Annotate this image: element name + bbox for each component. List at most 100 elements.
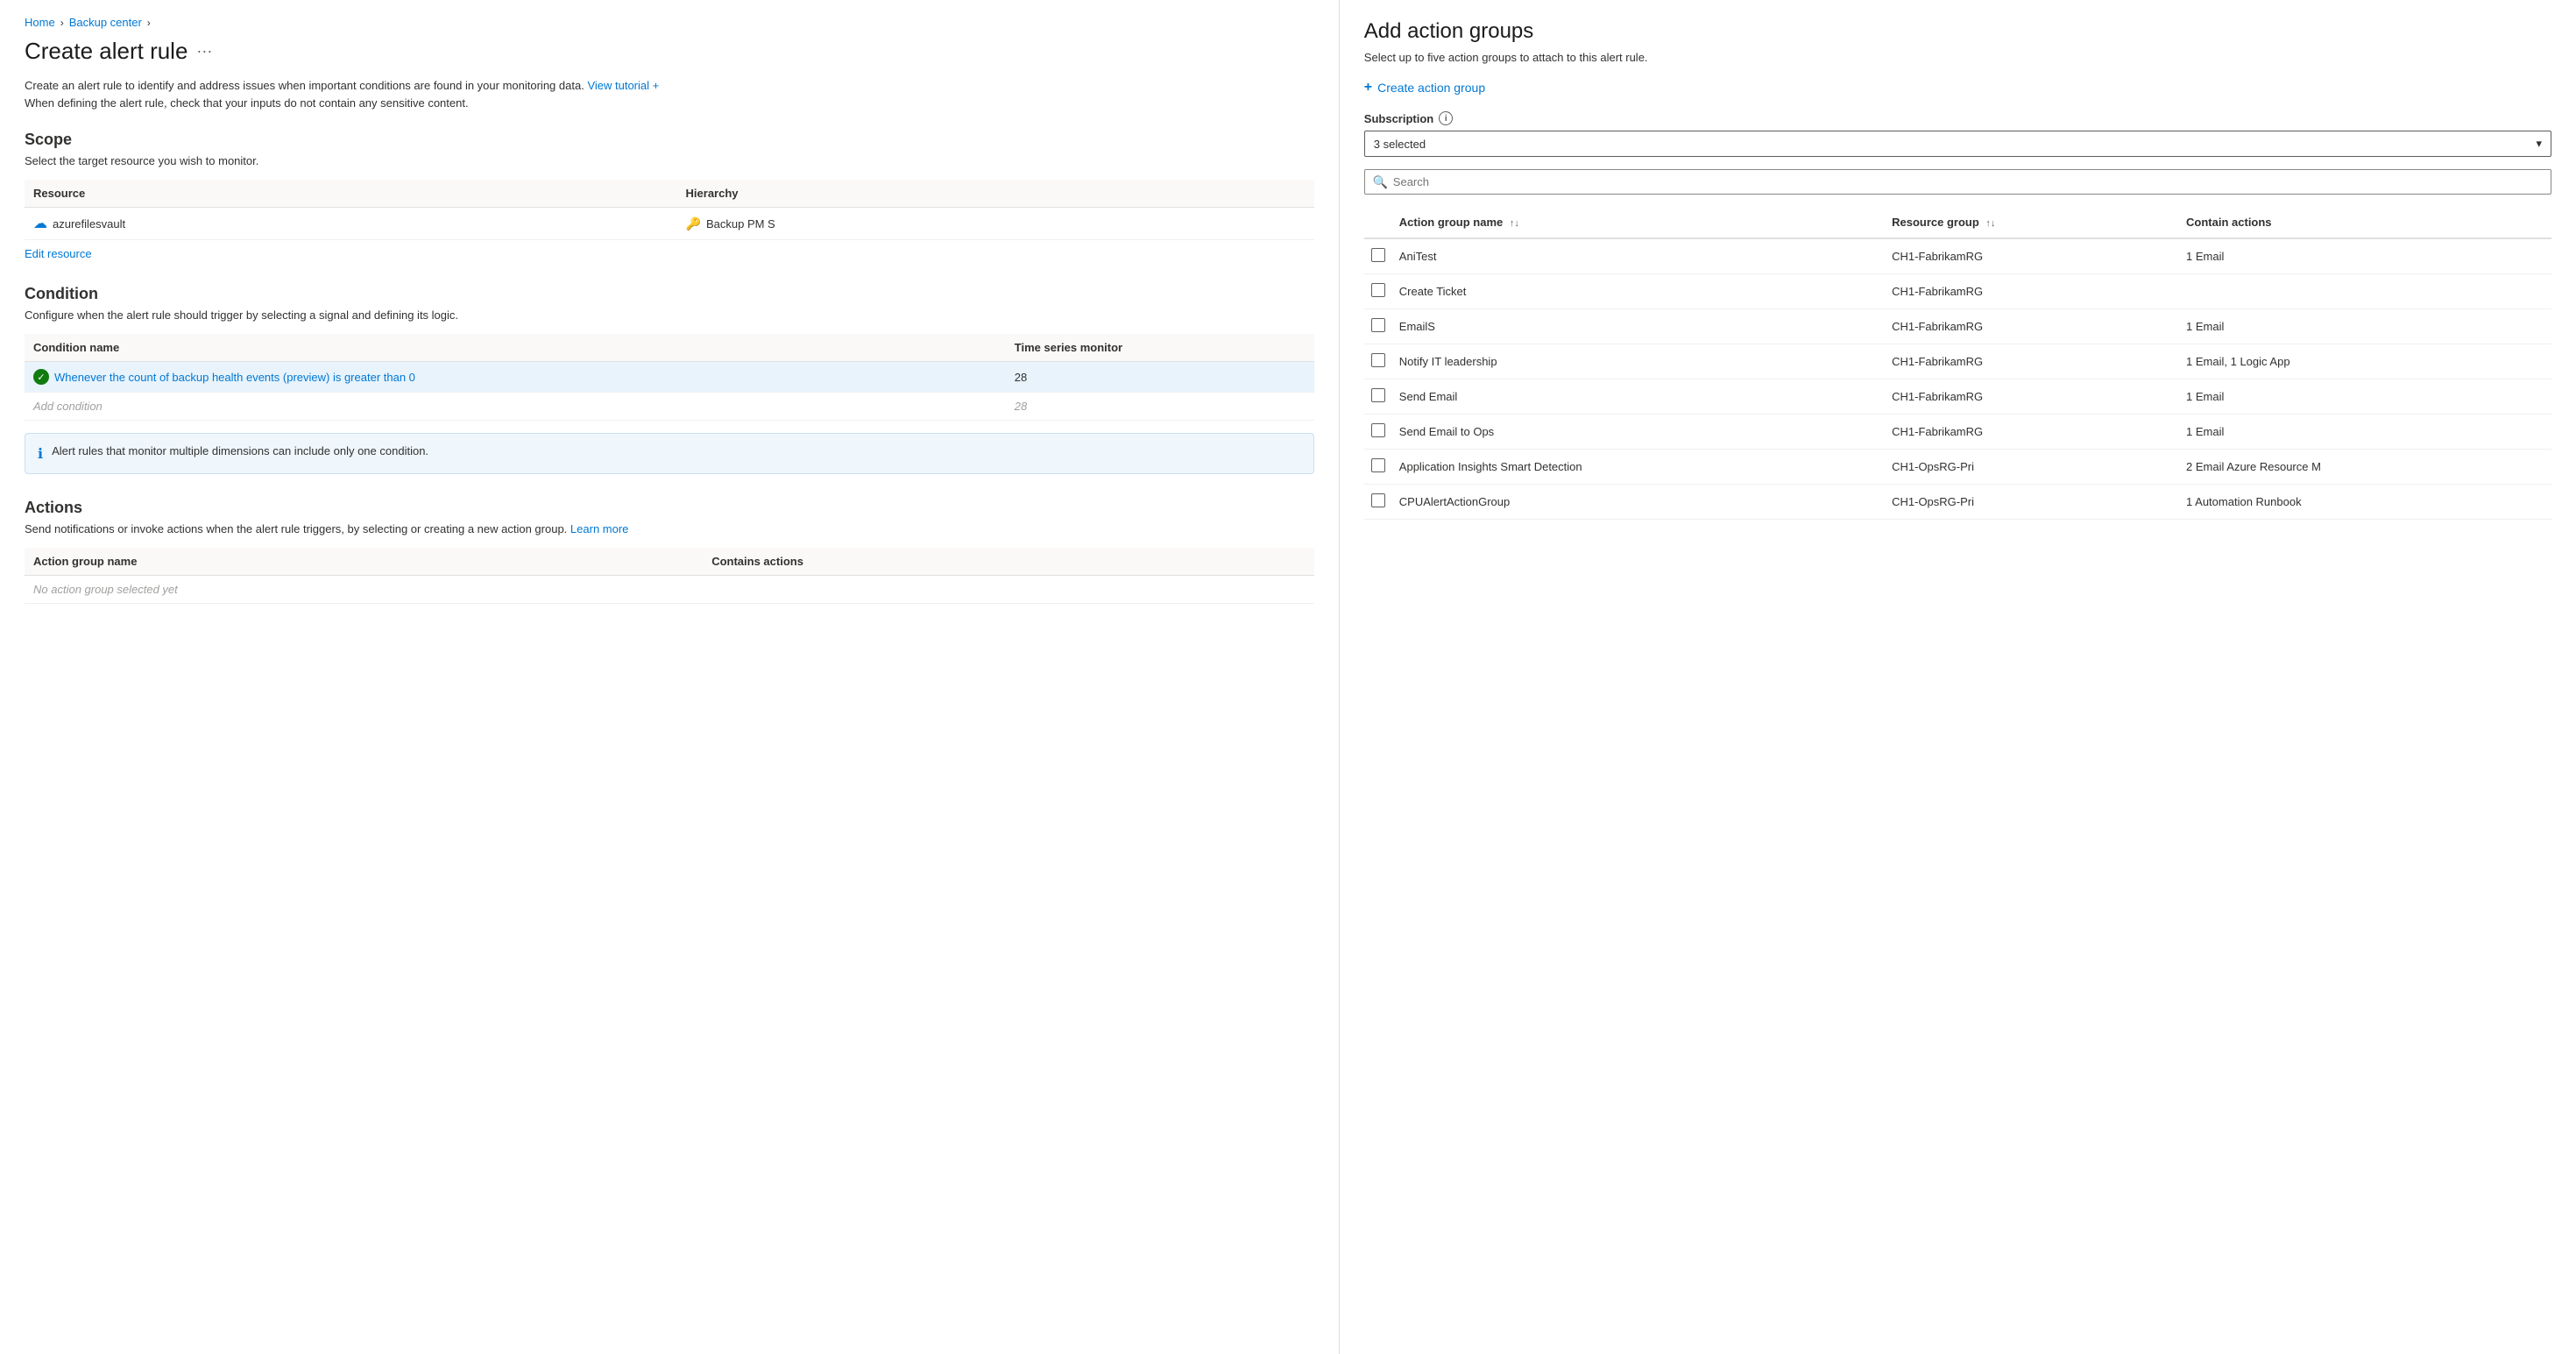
ag-col-contain-actions: Contain actions	[2179, 207, 2551, 238]
action-group-row[interactable]: EmailS CH1-FabrikamRG 1 Email	[1364, 309, 2551, 344]
breadcrumb-home[interactable]: Home	[25, 16, 55, 29]
ag-col-checkbox	[1364, 207, 1392, 238]
view-tutorial-link[interactable]: View tutorial +	[587, 79, 659, 92]
search-input[interactable]	[1364, 169, 2551, 195]
ag-col-rg-label: Resource group	[1892, 216, 1979, 229]
ag-row-ca-cell-2: 1 Email	[2179, 309, 2551, 344]
scope-col-resource: Resource	[25, 180, 677, 208]
ag-row-ca-cell-0: 1 Email	[2179, 238, 2551, 274]
ag-col-resource-group[interactable]: Resource group ↑↓	[1885, 207, 2179, 238]
ag-row-name-cell-0: AniTest	[1392, 238, 1885, 274]
ag-row-name-cell-4: Send Email	[1392, 379, 1885, 415]
action-group-row[interactable]: Send Email CH1-FabrikamRG 1 Email	[1364, 379, 2551, 415]
hierarchy-icon-container: 🔑 Backup PM S	[686, 216, 775, 231]
scope-subtitle: Select the target resource you wish to m…	[25, 154, 1314, 167]
no-action-row: No action group selected yet	[25, 576, 1314, 604]
ag-row-rg-cell-2: CH1-FabrikamRG	[1885, 309, 2179, 344]
action-group-row[interactable]: AniTest CH1-FabrikamRG 1 Email	[1364, 238, 2551, 274]
resource-icon-container: ☁ azurefilesvault	[33, 215, 125, 232]
action-group-row[interactable]: Create Ticket CH1-FabrikamRG	[1364, 274, 2551, 309]
ag-row-checkbox-cell[interactable]	[1364, 450, 1392, 485]
ag-row-ca-cell-6: 2 Email Azure Resource M	[2179, 450, 2551, 485]
scope-table: Resource Hierarchy ☁ azurefilesvault	[25, 180, 1314, 240]
panel-subtitle: Select up to five action groups to attac…	[1364, 51, 2551, 64]
ag-col-name-label: Action group name	[1399, 216, 1503, 229]
add-condition-row[interactable]: Add condition 28	[25, 393, 1314, 421]
condition-text: ✓ Whenever the count of backup health ev…	[33, 369, 997, 385]
ag-checkbox-3[interactable]	[1371, 353, 1385, 367]
ag-row-rg-cell-3: CH1-FabrikamRG	[1885, 344, 2179, 379]
action-groups-table: Action group name ↑↓ Resource group ↑↓ C…	[1364, 207, 2551, 520]
actions-desc-main: Send notifications or invoke actions whe…	[25, 522, 567, 535]
subscription-select[interactable]: 3 selected ▾	[1364, 131, 2551, 157]
breadcrumb-backup-center[interactable]: Backup center	[69, 16, 142, 29]
ag-checkbox-7[interactable]	[1371, 493, 1385, 507]
ag-row-name-cell-7: CPUAlertActionGroup	[1392, 485, 1885, 520]
ag-checkbox-6[interactable]	[1371, 458, 1385, 472]
ag-name-sort-icon[interactable]: ↑↓	[1510, 218, 1519, 229]
scope-resource-cell: ☁ azurefilesvault	[25, 208, 677, 240]
scope-col-hierarchy: Hierarchy	[677, 180, 1314, 208]
condition-title: Condition	[25, 285, 1314, 303]
no-action-text: No action group selected yet	[33, 583, 178, 596]
info-circle-icon: ℹ	[38, 445, 43, 463]
ag-row-checkbox-cell[interactable]	[1364, 379, 1392, 415]
ag-rg-sort-icon[interactable]: ↑↓	[1985, 218, 1995, 229]
page-title-ellipsis[interactable]: ···	[196, 42, 212, 60]
actions-col-contains: Contains actions	[703, 548, 1314, 576]
page-title: Create alert rule	[25, 38, 188, 65]
plus-icon: +	[1364, 80, 1372, 96]
condition-value-cell: 28	[1006, 362, 1314, 393]
ag-row-name-cell-5: Send Email to Ops	[1392, 415, 1885, 450]
action-group-row[interactable]: Application Insights Smart Detection CH1…	[1364, 450, 2551, 485]
ag-checkbox-1[interactable]	[1371, 283, 1385, 297]
ag-row-checkbox-cell[interactable]	[1364, 238, 1392, 274]
ag-checkbox-2[interactable]	[1371, 318, 1385, 332]
left-panel: Home › Backup center › Create alert rule…	[0, 0, 1340, 1354]
ag-row-name-cell-6: Application Insights Smart Detection	[1392, 450, 1885, 485]
key-icon: 🔑	[686, 216, 701, 231]
learn-more-link[interactable]: Learn more	[570, 522, 628, 535]
ag-row-rg-cell-4: CH1-FabrikamRG	[1885, 379, 2179, 415]
action-group-row[interactable]: CPUAlertActionGroup CH1-OpsRG-Pri 1 Auto…	[1364, 485, 2551, 520]
edit-resource-link[interactable]: Edit resource	[25, 247, 92, 260]
right-panel: Add action groups Select up to five acti…	[1340, 0, 2576, 1354]
breadcrumb: Home › Backup center ›	[25, 16, 1314, 29]
scope-resource-row: ☁ azurefilesvault 🔑 Backup PM S	[25, 208, 1314, 240]
action-group-row[interactable]: Notify IT leadership CH1-FabrikamRG 1 Em…	[1364, 344, 2551, 379]
ag-row-checkbox-cell[interactable]	[1364, 415, 1392, 450]
breadcrumb-sep1: ›	[60, 17, 64, 29]
ag-row-name-cell-2: EmailS	[1392, 309, 1885, 344]
scope-section: Scope Select the target resource you wis…	[25, 131, 1314, 260]
ag-row-rg-cell-1: CH1-FabrikamRG	[1885, 274, 2179, 309]
condition-info-box: ℹ Alert rules that monitor multiple dime…	[25, 433, 1314, 474]
subscription-label-text: Subscription	[1364, 112, 1433, 125]
breadcrumb-sep2: ›	[147, 17, 151, 29]
create-action-group-button[interactable]: + Create action group	[1364, 80, 1485, 96]
ag-row-ca-cell-4: 1 Email	[2179, 379, 2551, 415]
create-btn-label: Create action group	[1377, 81, 1485, 95]
ag-row-ca-cell-1	[2179, 274, 2551, 309]
ag-checkbox-5[interactable]	[1371, 423, 1385, 437]
ag-row-checkbox-cell[interactable]	[1364, 274, 1392, 309]
ag-row-checkbox-cell[interactable]	[1364, 344, 1392, 379]
description: Create an alert rule to identify and add…	[25, 77, 1314, 111]
ag-row-ca-cell-5: 1 Email	[2179, 415, 2551, 450]
condition-section: Condition Configure when the alert rule …	[25, 285, 1314, 474]
chevron-down-icon: ▾	[2536, 137, 2542, 151]
condition-subtitle: Configure when the alert rule should tri…	[25, 308, 1314, 322]
condition-active-row[interactable]: ✓ Whenever the count of backup health ev…	[25, 362, 1314, 393]
subscription-info-icon[interactable]: i	[1439, 111, 1453, 125]
action-group-row[interactable]: Send Email to Ops CH1-FabrikamRG 1 Email	[1364, 415, 2551, 450]
ag-col-name[interactable]: Action group name ↑↓	[1392, 207, 1885, 238]
actions-title: Actions	[25, 499, 1314, 517]
ag-col-ca-label: Contain actions	[2186, 216, 2272, 229]
ag-checkbox-0[interactable]	[1371, 248, 1385, 262]
add-condition-cell: Add condition	[25, 393, 1006, 421]
ag-row-ca-cell-7: 1 Automation Runbook	[2179, 485, 2551, 520]
ag-row-checkbox-cell[interactable]	[1364, 309, 1392, 344]
ag-row-ca-cell-3: 1 Email, 1 Logic App	[2179, 344, 2551, 379]
subscription-value: 3 selected	[1374, 138, 1426, 151]
ag-checkbox-4[interactable]	[1371, 388, 1385, 402]
ag-row-checkbox-cell[interactable]	[1364, 485, 1392, 520]
